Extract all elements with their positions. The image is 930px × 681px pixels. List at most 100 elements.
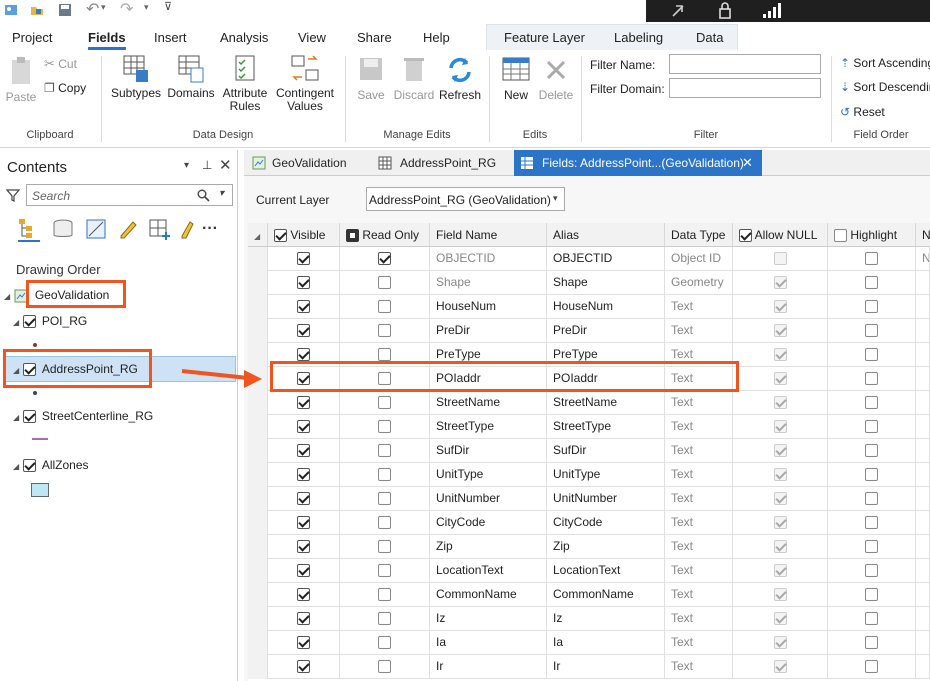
extra-cell[interactable] — [916, 631, 930, 655]
layer-visibility-checkbox[interactable] — [22, 410, 36, 424]
read-only-checkbox[interactable] — [378, 276, 391, 290]
lock-icon[interactable] — [718, 2, 732, 19]
data-type-cell[interactable]: Text — [665, 343, 733, 367]
list-by-source-icon[interactable] — [52, 218, 74, 240]
header-visible[interactable]: Visible — [268, 223, 340, 247]
alias-cell[interactable]: StreetType — [547, 415, 665, 439]
data-type-cell[interactable]: Geometry — [665, 271, 733, 295]
tab-help[interactable]: Help — [423, 30, 450, 45]
extra-cell[interactable] — [916, 295, 930, 319]
field-name-cell[interactable]: Iz — [430, 607, 547, 631]
highlight-checkbox[interactable] — [865, 468, 878, 482]
alias-cell[interactable]: UnitType — [547, 463, 665, 487]
tab-feature-layer[interactable]: Feature Layer — [504, 30, 585, 45]
visible-checkbox[interactable] — [297, 516, 310, 530]
read-only-checkbox[interactable] — [378, 348, 391, 362]
header-read-only[interactable]: Read Only — [340, 223, 430, 247]
field-name-cell[interactable]: UnitType — [430, 463, 547, 487]
alias-cell[interactable]: POIaddr — [547, 367, 665, 391]
row-selector[interactable] — [248, 631, 268, 655]
expand-arrow-icon[interactable]: ◢ — [13, 413, 19, 422]
visible-checkbox[interactable] — [297, 540, 310, 554]
visible-checkbox[interactable] — [297, 420, 310, 434]
list-by-snapping-icon[interactable] — [148, 218, 172, 240]
data-type-cell[interactable]: Text — [665, 415, 733, 439]
row-selector[interactable] — [248, 655, 268, 679]
discard-button[interactable]: Discard — [392, 54, 436, 102]
read-only-checkbox[interactable] — [378, 540, 391, 554]
extra-cell[interactable] — [916, 487, 930, 511]
row-selector[interactable] — [248, 271, 268, 295]
table-row[interactable]: POIaddr POIaddr Text — [248, 367, 930, 391]
row-selector[interactable] — [248, 487, 268, 511]
extra-cell[interactable] — [916, 559, 930, 583]
new-project-icon[interactable] — [4, 3, 18, 17]
highlight-checkbox[interactable] — [865, 636, 878, 650]
copy-button[interactable]: ❐ Copy — [44, 81, 86, 95]
highlight-checkbox[interactable] — [865, 300, 878, 314]
open-project-icon[interactable] — [30, 3, 44, 17]
header-alias[interactable]: Alias — [547, 223, 665, 247]
header-data-type[interactable]: Data Type — [665, 223, 733, 247]
highlight-checkbox[interactable] — [865, 660, 878, 674]
data-type-cell[interactable]: Text — [665, 607, 733, 631]
highlight-checkbox[interactable] — [865, 612, 878, 626]
subtypes-button[interactable]: Subtypes — [110, 54, 162, 100]
sort-ascending-button[interactable]: ⇡ Sort Ascending — [840, 56, 930, 70]
row-selector[interactable] — [248, 511, 268, 535]
tab-fields-view[interactable]: Fields: AddressPoint...(GeoValidation) ✕ — [514, 150, 762, 176]
extra-cell[interactable] — [916, 511, 930, 535]
alias-cell[interactable]: HouseNum — [547, 295, 665, 319]
data-type-cell[interactable]: Text — [665, 319, 733, 343]
table-row[interactable]: PreType PreType Text — [248, 343, 930, 367]
alias-cell[interactable]: Iz — [547, 607, 665, 631]
undo-icon[interactable]: ↶ — [86, 0, 99, 19]
header-next-column[interactable]: N — [916, 223, 930, 247]
extra-cell[interactable] — [916, 271, 930, 295]
chevron-down-icon[interactable]: ▾ — [184, 160, 189, 171]
alias-cell[interactable]: SufDir — [547, 439, 665, 463]
table-row[interactable]: LocationText LocationText Text — [248, 559, 930, 583]
row-selector[interactable] — [248, 391, 268, 415]
read-only-checkbox[interactable] — [378, 588, 391, 602]
row-selector[interactable] — [248, 415, 268, 439]
field-name-cell[interactable]: PreDir — [430, 319, 547, 343]
extra-cell[interactable] — [916, 607, 930, 631]
extra-cell[interactable] — [916, 343, 930, 367]
read-only-checkbox[interactable] — [378, 612, 391, 626]
filter-name-input[interactable] — [669, 54, 821, 74]
grid-corner[interactable]: ◢ — [248, 223, 268, 247]
search-input[interactable]: Search ▾ — [26, 184, 233, 206]
table-row[interactable]: OBJECTIDOBJECTIDObject IDNo — [248, 247, 930, 271]
field-name-cell[interactable]: PreType — [430, 343, 547, 367]
attribute-rules-button[interactable]: Attribute Rules — [218, 54, 272, 113]
delete-field-button[interactable]: Delete — [536, 54, 576, 102]
read-only-checkbox[interactable] — [378, 420, 391, 434]
visible-checkbox[interactable] — [297, 348, 310, 362]
allow-null-all-checkbox[interactable] — [739, 229, 752, 243]
read-only-checkbox[interactable] — [378, 324, 391, 338]
visible-checkbox[interactable] — [297, 252, 310, 266]
data-type-cell[interactable]: Text — [665, 391, 733, 415]
visible-checkbox[interactable] — [297, 612, 310, 626]
field-name-cell[interactable]: UnitNumber — [430, 487, 547, 511]
pin-icon[interactable]: ⊥ — [202, 158, 212, 172]
close-icon[interactable]: ✕ — [219, 156, 232, 174]
highlight-checkbox[interactable] — [865, 324, 878, 338]
visible-checkbox[interactable] — [297, 660, 310, 674]
map-node-geovalidation[interactable]: ◢ GeoValidation — [4, 288, 109, 303]
highlight-checkbox[interactable] — [865, 348, 878, 362]
visible-checkbox[interactable] — [297, 564, 310, 578]
highlight-all-checkbox[interactable] — [834, 229, 847, 243]
field-name-cell[interactable]: StreetType — [430, 415, 547, 439]
read-only-checkbox[interactable] — [378, 660, 391, 674]
tab-project[interactable]: Project — [12, 30, 52, 45]
data-type-cell[interactable]: Text — [665, 439, 733, 463]
alias-cell[interactable]: Ia — [547, 631, 665, 655]
row-selector[interactable] — [248, 607, 268, 631]
close-icon[interactable]: ✕ — [742, 150, 753, 176]
row-selector[interactable] — [248, 463, 268, 487]
table-row[interactable]: Ia Ia Text — [248, 631, 930, 655]
alias-cell[interactable]: UnitNumber — [547, 487, 665, 511]
expand-arrow-icon[interactable]: ◢ — [13, 366, 19, 375]
